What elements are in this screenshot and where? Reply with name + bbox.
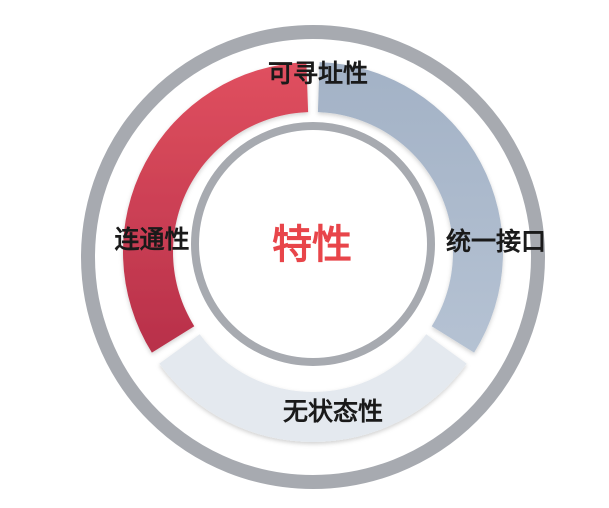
- diagram-canvas: 可寻址性 统一接口 无状态性 连通性 特性: [81, 25, 546, 489]
- label-connectedness: 连通性: [114, 225, 189, 254]
- center-label: 特性: [272, 222, 352, 268]
- label-statelessness: 无状态性: [283, 397, 383, 426]
- label-addressability: 可寻址性: [268, 59, 368, 88]
- characteristics-diagram: 可寻址性 统一接口 无状态性 连通性 特性: [0, 0, 609, 508]
- label-uniform-interface: 统一接口: [446, 227, 546, 256]
